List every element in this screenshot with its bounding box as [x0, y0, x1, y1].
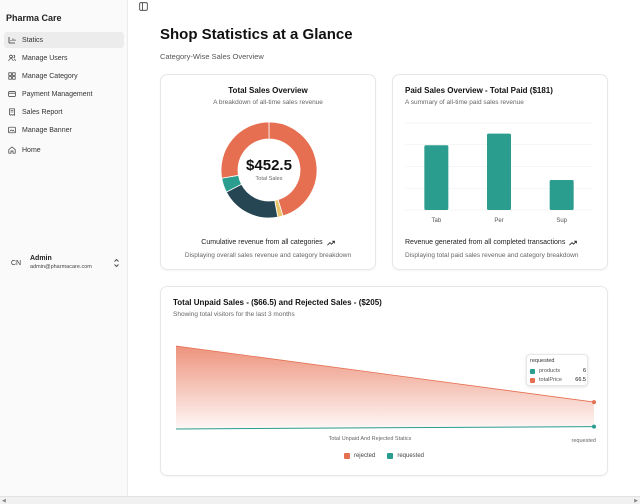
sidebar-nav: Statics Manage Users Manage Category Pay…	[4, 32, 124, 160]
bar-per[interactable]	[487, 133, 511, 210]
donut-total-label: Total Sales	[255, 175, 283, 182]
sidebar-item-label: Payment Management	[22, 90, 93, 98]
user-menu[interactable]: CN Admin admin@pharmacare.com	[4, 252, 124, 274]
sidebar-item-label: Home	[22, 146, 41, 154]
legend-label: requested	[397, 453, 425, 459]
x-end-label: requested	[572, 438, 596, 444]
donut-total-value: $452.5	[246, 156, 292, 174]
sidebar-item-label: Manage Banner	[22, 126, 72, 134]
legend-swatch	[343, 453, 350, 459]
footer-text: Cumulative revenue from all categories	[201, 239, 323, 246]
legend-item-rejected[interactable]: rejected	[343, 453, 376, 459]
card-footer-sub: Displaying overall sales revenue and cat…	[184, 252, 352, 259]
sidebar-toggle-icon[interactable]	[139, 2, 148, 11]
page-title: Shop Statistics at a Glance	[160, 26, 353, 43]
tooltip-swatch	[530, 368, 535, 374]
card-icon	[8, 90, 16, 98]
user-name: Admin	[30, 255, 52, 262]
sidebar-item-sales-report[interactable]: Sales Report	[4, 104, 124, 120]
sidebar-item-manage-users[interactable]: Manage Users	[4, 50, 124, 66]
sidebar-item-label: Manage Category	[22, 72, 78, 80]
point-requested-end[interactable]	[592, 424, 596, 429]
page-subtitle: Category-Wise Sales Overview	[160, 52, 264, 61]
tooltip-name: totalPrice	[539, 377, 562, 383]
footer-text: Revenue generated from all completed tra…	[405, 239, 566, 246]
sidebar-item-label: Statics	[22, 36, 44, 44]
card-footer-main: Cumulative revenue from all categories	[161, 239, 375, 246]
card-footer-sub: Displaying total paid sales revenue and …	[405, 252, 579, 259]
trending-up-icon	[326, 240, 335, 245]
tooltip-swatch	[530, 377, 535, 383]
home-icon	[8, 146, 16, 154]
sidebar-item-label: Manage Users	[22, 54, 68, 62]
point-rejected-end[interactable]	[592, 400, 596, 405]
x-axis-label: Total Unpaid And Rejected Statics	[329, 436, 412, 442]
sidebar-item-manage-banner[interactable]: Manage Banner	[4, 122, 124, 138]
user-email: admin@pharmacare.com	[30, 264, 92, 270]
tooltip-value: 6	[582, 368, 586, 374]
scroll-right-arrow-icon[interactable]: ▶	[634, 498, 638, 504]
sidebar: Pharma Care Statics Manage Users Manage …	[0, 0, 128, 496]
users-icon	[8, 54, 16, 62]
horizontal-scrollbar[interactable]: ◀ ▶	[0, 496, 640, 504]
chevron-up-down-icon	[114, 258, 119, 268]
tooltip-row-totalprice: totalPrice 66.5	[530, 376, 586, 384]
scroll-left-arrow-icon[interactable]: ◀	[2, 498, 6, 504]
card-subtitle: A breakdown of all-time sales revenue	[213, 99, 323, 106]
sidebar-item-home[interactable]: Home	[4, 142, 124, 158]
x-tick-label: Tab	[431, 218, 441, 224]
banner-icon	[8, 126, 16, 134]
tooltip-row-products: products 6	[530, 367, 586, 375]
x-tick-label: Sup	[556, 218, 567, 224]
legend-item-requested[interactable]: requested	[387, 453, 424, 459]
tooltip-title: requested	[530, 358, 555, 364]
x-tick-label: Per	[494, 218, 503, 224]
chart-tooltip: requested products 6 totalPrice 66.5	[526, 354, 588, 386]
card-title: Total Sales Overview	[228, 86, 308, 95]
sidebar-item-statics[interactable]: Statics	[4, 32, 124, 48]
legend-swatch	[387, 453, 394, 459]
sidebar-item-manage-category[interactable]: Manage Category	[4, 68, 124, 84]
paid-sales-card: Paid Sales Overview - Total Paid ($181) …	[392, 74, 608, 270]
chart-legend: rejected requested	[161, 453, 607, 459]
tooltip-name: products	[539, 368, 561, 374]
bar-sup[interactable]	[549, 180, 574, 210]
receipt-icon	[8, 108, 16, 116]
card-footer-main: Revenue generated from all completed tra…	[405, 239, 578, 246]
total-sales-card: Total Sales Overview A breakdown of all-…	[160, 74, 376, 270]
chart-icon	[8, 36, 16, 44]
sidebar-item-payment-management[interactable]: Payment Management	[4, 86, 124, 102]
brand-name: Pharma Care	[6, 13, 62, 23]
legend-label: rejected	[353, 453, 376, 459]
avatar: CN	[10, 259, 22, 267]
grid-icon	[8, 72, 16, 80]
sidebar-item-label: Sales Report	[22, 108, 63, 116]
trending-up-icon	[569, 240, 578, 245]
tooltip-value: 66.5	[575, 377, 586, 383]
donut-center: $452.5 Total Sales	[220, 121, 318, 219]
bar-tab[interactable]	[424, 145, 449, 210]
